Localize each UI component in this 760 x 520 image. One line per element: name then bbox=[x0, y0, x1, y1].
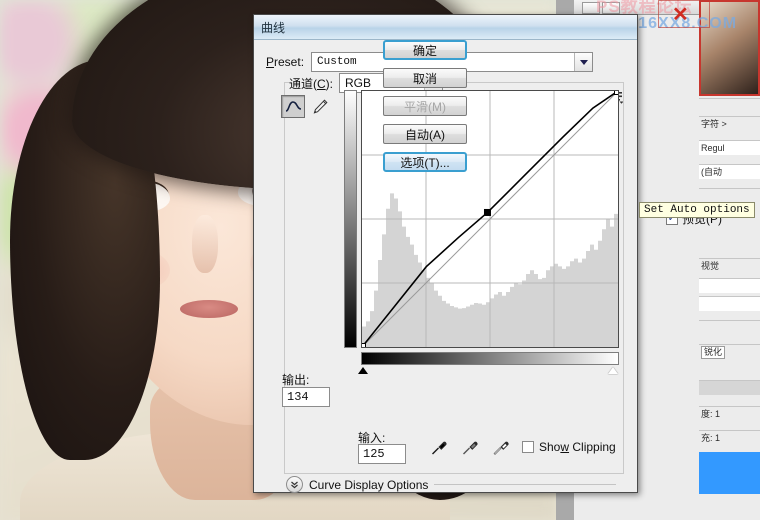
chevron-down-icon[interactable] bbox=[286, 476, 303, 493]
cancel-button[interactable]: 取消 bbox=[383, 68, 467, 88]
black-point-eyedropper[interactable] bbox=[429, 438, 449, 463]
nose bbox=[192, 215, 218, 273]
white-point-eyedropper[interactable] bbox=[491, 438, 511, 463]
panel-divider-1 bbox=[699, 98, 760, 113]
preset-label: Preset: bbox=[266, 55, 304, 69]
output-field[interactable]: 134 bbox=[282, 387, 330, 407]
character-panel-tab[interactable]: 字符 > bbox=[699, 116, 760, 131]
panel-divider-2 bbox=[699, 188, 760, 203]
options-bar[interactable] bbox=[574, 0, 700, 15]
channel-label-text: 通道( bbox=[289, 76, 317, 91]
curve-tools bbox=[281, 95, 330, 118]
output-label: 输出: bbox=[282, 373, 310, 387]
gray-point-eyedropper[interactable] bbox=[460, 438, 480, 463]
preset-label-accel: P bbox=[266, 55, 275, 69]
sharpen-filter-row[interactable]: 锐化 bbox=[699, 344, 760, 359]
leading-field[interactable]: (自动 bbox=[699, 164, 760, 179]
dialog-titlebar[interactable]: 曲线 bbox=[254, 15, 637, 40]
app-window: 字符 > Regul (自动 视觉 锐化 度: 1 充: 1 PS教程论坛 BB… bbox=[0, 0, 760, 520]
opacity-row[interactable]: 度: 1 bbox=[699, 406, 760, 421]
show-clipping-accel: w bbox=[560, 440, 570, 454]
smooth-button: 平滑(M) bbox=[383, 96, 467, 116]
option-button-1[interactable] bbox=[582, 2, 600, 14]
divider bbox=[434, 484, 616, 485]
output-gradient-bar bbox=[344, 90, 357, 348]
channel-label-accel: C bbox=[317, 76, 326, 91]
layers-panel-tab[interactable] bbox=[699, 380, 760, 395]
preset-label-rest: reset: bbox=[274, 55, 305, 69]
show-clipping-label: Show Clipping bbox=[539, 440, 616, 454]
fill-row[interactable]: 充: 1 bbox=[699, 430, 760, 445]
panel-row-gray-1 bbox=[699, 320, 760, 335]
mouth bbox=[180, 300, 238, 318]
font-style-field[interactable]: Regul bbox=[699, 140, 760, 155]
sharpen-field-label: 锐化 bbox=[701, 346, 726, 359]
navigator-thumbnail[interactable] bbox=[699, 0, 760, 96]
curve-display-options-row[interactable]: Curve Display Options bbox=[286, 476, 616, 493]
show-clipping-label-b: Clipping bbox=[569, 440, 616, 454]
preset-dropdown-arrow[interactable] bbox=[574, 53, 593, 71]
white-point-slider[interactable] bbox=[608, 367, 618, 374]
chevron-down-icon bbox=[579, 59, 588, 65]
dialog-title: 曲线 bbox=[261, 20, 286, 35]
input-gradient-bar bbox=[361, 352, 619, 365]
curve-tool-icon[interactable] bbox=[281, 95, 305, 118]
show-clipping-checkbox[interactable] bbox=[522, 441, 534, 453]
curve-display-options-label: Curve Display Options bbox=[309, 477, 429, 492]
panel-row-white-2 bbox=[699, 296, 760, 311]
show-clipping-row[interactable]: Show Clipping bbox=[522, 440, 616, 454]
panel-row-white-1 bbox=[699, 278, 760, 293]
channel-label-rest: ): bbox=[325, 76, 334, 91]
channel-label: 通道(C): bbox=[289, 75, 333, 92]
pencil-tool-icon[interactable] bbox=[310, 97, 330, 117]
dialog-button-column: 确定 取消 平滑(M) 自动(A) 选项(T)... bbox=[383, 40, 481, 180]
input-field[interactable]: 125 bbox=[358, 444, 406, 464]
layer-row-selected[interactable] bbox=[699, 452, 760, 494]
options-button[interactable]: 选项(T)... bbox=[383, 152, 467, 172]
tooltip: Set Auto options bbox=[639, 202, 755, 218]
black-point-slider[interactable] bbox=[358, 367, 368, 374]
auto-button[interactable]: 自动(A) bbox=[383, 124, 467, 144]
eyedropper-group bbox=[429, 438, 511, 463]
option-button-2[interactable] bbox=[602, 2, 620, 14]
show-clipping-label-a: Sho bbox=[539, 440, 561, 454]
ok-button[interactable]: 确定 bbox=[383, 40, 467, 60]
styles-panel-tab[interactable]: 视觉 bbox=[699, 258, 760, 273]
